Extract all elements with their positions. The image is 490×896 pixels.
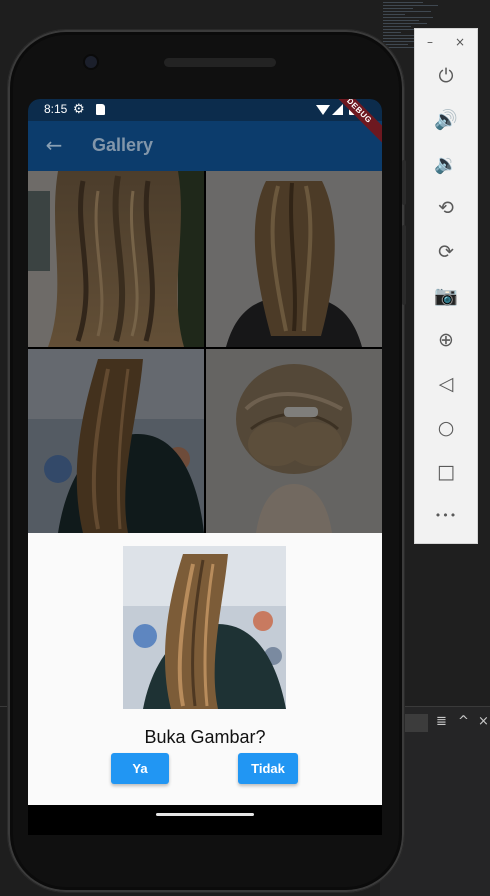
overview-icon[interactable]: □	[427, 457, 465, 487]
back-icon[interactable]: ◁	[427, 369, 465, 399]
more-icon[interactable]: •••	[427, 501, 465, 531]
dialog-question: Buka Gambar?	[144, 727, 266, 747]
page-title: Gallery	[92, 135, 154, 155]
status-time: 8:15	[44, 102, 68, 116]
volume-up-icon[interactable]: 🔊	[427, 105, 465, 135]
rotate-left-icon[interactable]: ⟲	[427, 193, 465, 223]
power-side-button	[402, 160, 406, 205]
signal-icon	[332, 104, 343, 115]
volume-side-button	[402, 225, 406, 305]
wifi-icon	[316, 105, 330, 115]
dialog-image-preview	[123, 546, 286, 709]
rotate-right-icon[interactable]: ⟳	[427, 237, 465, 267]
earpiece-speaker	[164, 58, 276, 67]
gallery-image-1[interactable]	[28, 171, 204, 347]
open-image-dialog: Buka Gambar? Ya Tidak	[28, 533, 382, 805]
gallery-image-4[interactable]	[206, 349, 382, 533]
status-bar: 8:15 ⚙	[28, 99, 382, 121]
zoom-icon[interactable]: ⊕	[427, 325, 465, 355]
home-icon[interactable]: ○	[427, 413, 465, 443]
menu-icon[interactable]: ≣	[436, 714, 447, 729]
phone-screen: 8:15 ⚙ ← Gallery DEBUG Buka Gambar? Ya T…	[28, 99, 382, 805]
back-arrow-icon[interactable]: ←	[42, 133, 66, 157]
camera-icon[interactable]: 📷	[427, 281, 465, 311]
settings-status-icon: ⚙	[73, 101, 85, 116]
ide-panel-selector[interactable]	[404, 714, 428, 732]
gallery-image-2[interactable]	[206, 171, 382, 347]
navigation-bar	[28, 805, 382, 835]
emulator-toolbar: – × ⏻ 🔊 🔉 ⟲ ⟳ 📷 ⊕ ◁ ○ □ •••	[414, 28, 478, 544]
collapse-icon[interactable]: ^	[458, 714, 469, 729]
minimize-icon[interactable]: –	[427, 35, 433, 49]
sd-card-icon	[96, 104, 105, 115]
volume-down-icon[interactable]: 🔉	[427, 149, 465, 179]
close-window-icon[interactable]: ×	[455, 35, 465, 49]
gallery-image-3[interactable]	[28, 349, 204, 533]
close-icon[interactable]: ×	[478, 714, 489, 729]
yes-button[interactable]: Ya	[111, 753, 169, 784]
front-camera	[85, 56, 97, 68]
power-icon[interactable]: ⏻	[427, 61, 465, 91]
home-gesture-bar[interactable]	[156, 813, 254, 816]
image-grid	[28, 171, 382, 533]
app-bar: ← Gallery	[28, 121, 382, 171]
no-button[interactable]: Tidak	[238, 753, 298, 784]
